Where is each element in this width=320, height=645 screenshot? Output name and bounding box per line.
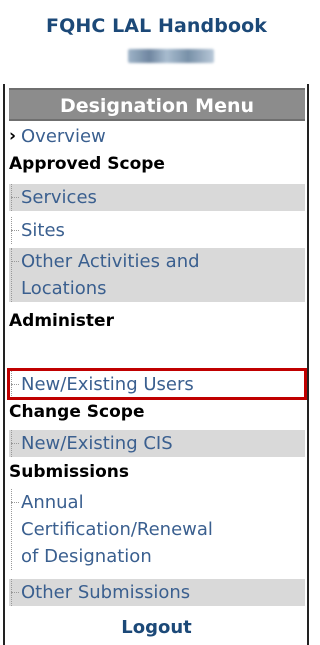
- tree-connector-icon: [9, 489, 19, 570]
- menu-item-other-submissions[interactable]: Other Submissions: [9, 579, 305, 606]
- menu-item-other-activities[interactable]: Other Activities and Locations: [9, 248, 305, 302]
- tree-connector-icon: [9, 371, 19, 398]
- menu-item-sites[interactable]: Sites: [9, 217, 305, 244]
- overview-label: Overview: [21, 126, 106, 147]
- handbook-title: FQHC LAL Handbook: [45, 15, 268, 37]
- section-approved-scope: Approved Scope: [9, 154, 165, 174]
- tree-connector-icon: [9, 430, 19, 457]
- tree-connector-icon: [9, 184, 19, 211]
- section-administer: Administer: [9, 311, 114, 331]
- menu-item-annual-certification[interactable]: Annual Certification/Renewal of Designat…: [9, 489, 305, 570]
- tree-connector-icon: [9, 248, 19, 302]
- tree-connector-icon: [9, 579, 19, 606]
- section-submissions: Submissions: [9, 462, 130, 482]
- logout-link[interactable]: Logout: [0, 617, 313, 638]
- menu-item-new-existing-cis[interactable]: New/Existing CIS: [9, 430, 305, 457]
- menu-item-new-existing-users[interactable]: New/Existing Users: [9, 371, 305, 398]
- menu-item-services[interactable]: Services: [9, 184, 305, 211]
- section-change-scope: Change Scope: [9, 402, 145, 422]
- menu-item-overview[interactable]: › Overview: [9, 123, 305, 150]
- redacted-user-id: LAL000000: [128, 49, 214, 63]
- tree-connector-icon: [9, 217, 19, 244]
- chevron-right-icon: ›: [9, 126, 17, 146]
- designation-menu-heading: Designation Menu: [9, 88, 305, 121]
- header: FQHC LAL Handbook LAL000000: [0, 0, 313, 80]
